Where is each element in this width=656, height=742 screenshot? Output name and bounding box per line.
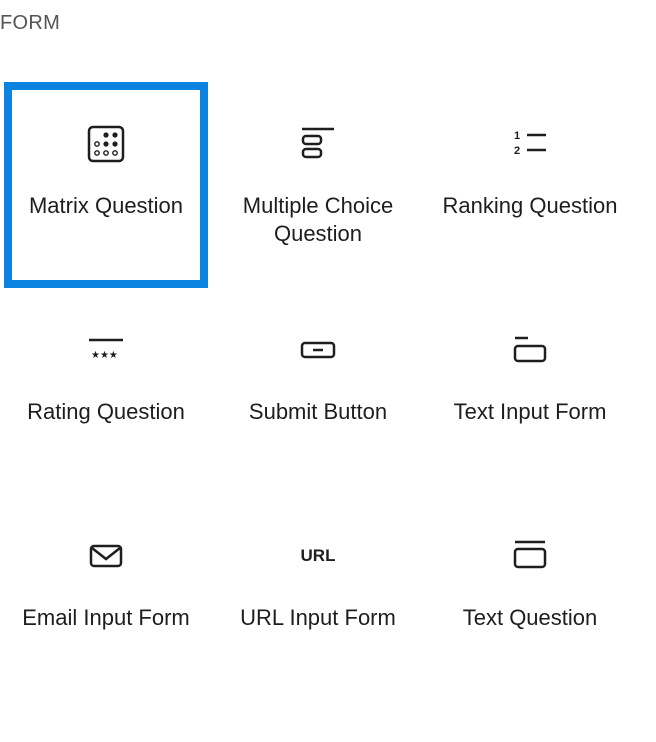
block-label: URL Input Form [240, 605, 396, 630]
block-label: Text Question [462, 605, 598, 630]
svg-text:★★★: ★★★ [91, 350, 118, 361]
block-grid: Matrix Question Multiple Choice Question… [0, 82, 636, 700]
matrix-grid-icon [82, 120, 130, 168]
text-question-icon [506, 532, 554, 580]
block-ranking-question[interactable]: 1 2 Ranking Question [428, 82, 632, 288]
block-label: Multiple Choice Question [242, 193, 394, 246]
block-text-question[interactable]: Text Question [428, 494, 632, 700]
url-icon-text: URL [300, 546, 336, 565]
multiple-choice-icon [294, 120, 342, 168]
block-submit-button[interactable]: Submit Button [216, 288, 420, 494]
ranking-list-icon: 1 2 [506, 120, 554, 168]
button-icon [294, 326, 342, 374]
block-label: Text Input Form [453, 399, 607, 424]
url-icon: URL [294, 532, 342, 580]
section-title: FORM [0, 12, 61, 34]
block-email-input-form[interactable]: Email Input Form [4, 494, 208, 700]
block-rating-question[interactable]: ★★★ Rating Question [4, 288, 208, 494]
rating-stars-icon: ★★★ [82, 326, 130, 374]
block-text-input-form[interactable]: Text Input Form [428, 288, 632, 494]
text-input-icon [506, 326, 554, 374]
svg-text:1: 1 [514, 130, 520, 142]
block-label: Email Input Form [22, 605, 190, 630]
block-multiple-choice-question[interactable]: Multiple Choice Question [216, 82, 420, 288]
envelope-icon [82, 532, 130, 580]
block-matrix-question[interactable]: Matrix Question [4, 82, 208, 288]
block-url-input-form[interactable]: URL URL Input Form [216, 494, 420, 700]
block-label: Matrix Question [28, 193, 184, 218]
block-label: Ranking Question [442, 193, 618, 218]
block-label: Submit Button [248, 399, 388, 424]
block-label: Rating Question [27, 399, 185, 424]
svg-text:2: 2 [514, 145, 520, 157]
